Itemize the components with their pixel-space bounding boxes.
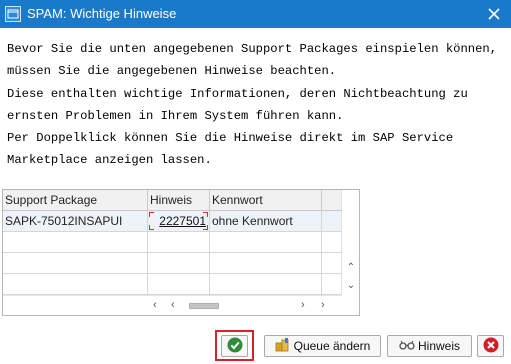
message-line: Diese enthalten wichtige Informationen, … [7, 86, 468, 101]
cell-empty [210, 253, 322, 273]
cell-empty [3, 253, 148, 273]
hinweis-button[interactable]: Hinweis [387, 335, 472, 357]
table-header: Support Package Hinweis Kennwort [3, 190, 342, 211]
table-row-empty[interactable] [3, 253, 342, 274]
horizontal-scrollbar[interactable]: ‹ ‹ › › [3, 295, 342, 315]
cell-empty [148, 232, 210, 252]
scroll-up-icon[interactable]: ⌃ [345, 262, 357, 274]
message-line: Bevor Sie die unten angegebenen Support … [7, 42, 498, 56]
scroll-left-icon[interactable]: ‹ [171, 299, 175, 311]
cell-empty [210, 232, 322, 252]
scroll-right-icon[interactable]: › [301, 299, 305, 311]
sap-window-icon [5, 6, 21, 22]
glasses-icon [399, 339, 415, 354]
check-icon [227, 337, 243, 356]
close-icon[interactable] [485, 5, 503, 23]
cell-empty [148, 253, 210, 273]
scrollbar-thumb[interactable] [189, 303, 219, 309]
scroll-last-icon[interactable]: › [321, 299, 325, 311]
hinweis-link[interactable]: 2227501 [159, 214, 206, 228]
cell-kennwort[interactable]: ohne Kennwort [210, 211, 322, 231]
cancel-button[interactable] [477, 335, 504, 357]
ok-button[interactable] [221, 335, 248, 357]
message-line: ernsten Problemen in Ihrem System führen… [7, 108, 344, 123]
cell-support-package[interactable]: SAPK-75012INSAPUI [3, 211, 148, 231]
window-title: SPAM: Wichtige Hinweise [27, 6, 177, 21]
column-header-kennwort[interactable]: Kennwort [210, 190, 322, 211]
cell-empty [322, 274, 342, 294]
cell-empty [3, 232, 148, 252]
message-text: Bevor Sie die unten angegebenen Support … [7, 38, 502, 172]
support-package-table: Support Package Hinweis Kennwort SAPK-75… [2, 189, 360, 316]
cell-hinweis-link[interactable]: 2227501 [148, 211, 210, 231]
cancel-icon [483, 337, 499, 356]
scroll-first-icon[interactable]: ‹ [153, 299, 157, 311]
column-header-support-package[interactable]: Support Package [3, 190, 148, 211]
hinweis-label: Hinweis [417, 339, 460, 353]
cell-empty [322, 253, 342, 273]
window-titlebar: SPAM: Wichtige Hinweise [0, 0, 511, 28]
message-line: Marketplace anzeigen lassen. [7, 153, 212, 168]
vertical-scrollbar[interactable]: ⌃ ⌄ [341, 190, 359, 315]
table-row[interactable]: SAPK-75012INSAPUI 2227501 ohne Kennwort [3, 211, 342, 232]
message-line: Per Doppelklick können Sie die Hinweise … [7, 131, 454, 146]
cell-empty [322, 211, 342, 231]
table-row-empty[interactable] [3, 274, 342, 295]
column-header-hinweis[interactable]: Hinweis [148, 190, 210, 211]
message-line: müssen Sie die angegebenen Hinweise beac… [7, 64, 337, 79]
cell-empty [148, 274, 210, 294]
queue-aendern-label: Queue ändern [293, 339, 371, 353]
cell-empty [322, 232, 342, 252]
table-row-empty[interactable] [3, 232, 342, 253]
queue-edit-icon [275, 337, 291, 356]
cell-empty [210, 274, 322, 294]
cell-empty [3, 274, 148, 294]
column-header-empty [322, 190, 342, 211]
scroll-down-icon[interactable]: ⌄ [345, 280, 357, 292]
queue-aendern-button[interactable]: Queue ändern [264, 335, 381, 357]
